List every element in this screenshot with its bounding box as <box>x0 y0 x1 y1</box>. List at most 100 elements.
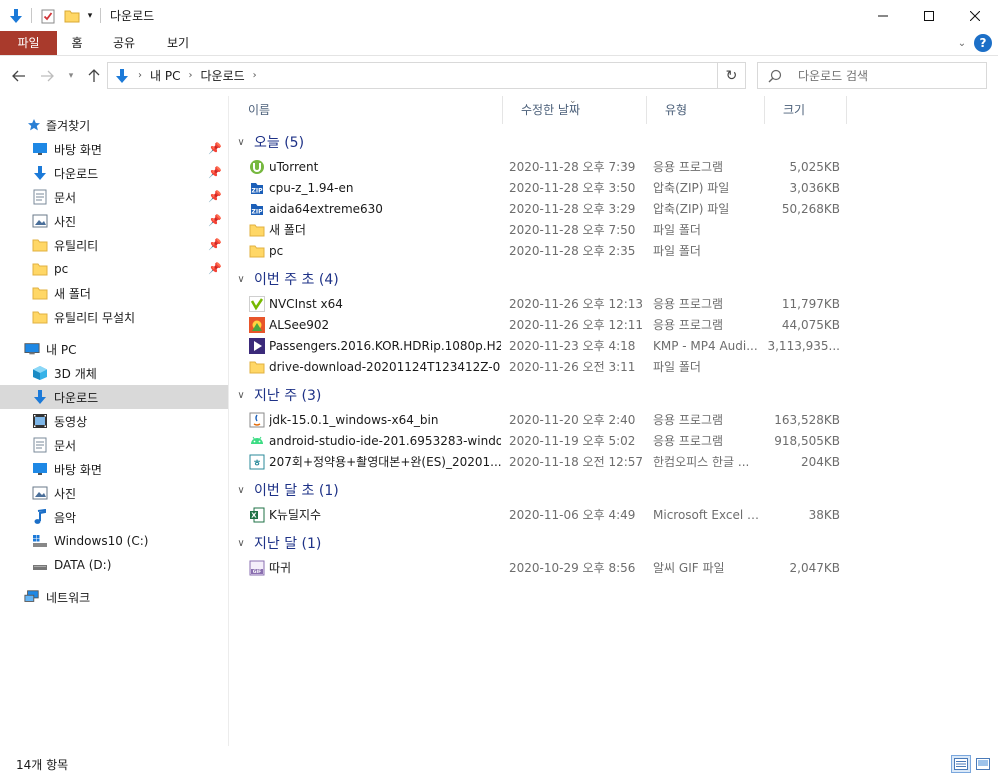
column-header-type[interactable]: 유형 <box>647 96 765 124</box>
tab-view[interactable]: 보기 <box>156 31 200 55</box>
sidebar-item-utility[interactable]: 유틸리티 📌 <box>0 233 228 257</box>
sidebar-item-label: 동영상 <box>54 414 88 429</box>
item-count: 14개 항목 <box>16 758 69 772</box>
sidebar-item-pictures-quick[interactable]: 사진 📌 <box>0 209 228 233</box>
pin-icon[interactable]: 📌 <box>208 262 222 275</box>
sidebar-item-new-folder[interactable]: 새 폴더 <box>0 281 228 305</box>
hwp-icon: ㅎ <box>249 454 265 470</box>
file-row[interactable]: NVCInst x64 2020-11-26 오후 12:13 응용 프로그램 … <box>246 294 846 315</box>
file-row[interactable]: uTorrent 2020-11-28 오후 7:39 응용 프로그램 5,02… <box>246 157 846 178</box>
file-row[interactable]: GIF 따귀 2020-10-29 오후 8:56 알씨 GIF 파일 2,04… <box>246 558 846 579</box>
sidebar-item-label: 3D 개체 <box>54 366 97 381</box>
tab-file[interactable]: 파일 <box>0 31 57 55</box>
file-row[interactable]: jdk-15.0.1_windows-x64_bin 2020-11-20 오후… <box>246 410 846 431</box>
music-icon <box>32 509 48 525</box>
sidebar-item-downloads[interactable]: 다운로드 <box>0 385 228 409</box>
sidebar-item-videos[interactable]: 동영상 <box>0 409 228 433</box>
pin-icon[interactable]: 📌 <box>208 142 222 155</box>
group-header-earlier-this-week[interactable]: ∨ 이번 주 초 (4) <box>236 268 338 290</box>
file-date: 2020-11-28 오후 7:50 <box>509 223 636 237</box>
file-date: 2020-11-23 오후 4:18 <box>509 339 636 353</box>
expand-ribbon-chevron-icon[interactable]: ⌄ <box>954 34 970 52</box>
collapse-chevron-icon[interactable]: ∨ <box>236 390 246 401</box>
sidebar-item-3d-objects[interactable]: 3D 개체 <box>0 361 228 385</box>
breadcrumb-separator-icon[interactable]: › <box>138 70 142 81</box>
drive-c-icon <box>32 533 48 549</box>
sidebar-item-network[interactable]: 네트워크 <box>0 585 228 609</box>
sidebar-item-this-pc[interactable]: 내 PC <box>0 337 228 361</box>
sidebar-item-drive-c[interactable]: Windows10 (C:) <box>0 529 228 553</box>
recent-locations-chevron-icon[interactable]: ▾ <box>64 67 78 85</box>
group-header-earlier-this-month[interactable]: ∨ 이번 달 초 (1) <box>236 479 338 501</box>
help-button[interactable]: ? <box>974 34 992 52</box>
pin-icon[interactable]: 📌 <box>208 238 222 251</box>
column-header-name[interactable]: 이름 <box>230 96 503 124</box>
forward-button[interactable] <box>38 67 56 85</box>
address-bar[interactable]: › 내 PC › 다운로드 › <box>107 62 718 89</box>
sidebar-item-label: 바탕 화면 <box>54 462 102 477</box>
folder-icon <box>32 261 48 277</box>
file-type: 파일 폴더 <box>653 244 701 258</box>
file-row[interactable]: ALSee902 2020-11-26 오후 12:11 응용 프로그램 44,… <box>246 315 846 336</box>
sidebar-item-label: 사진 <box>54 486 77 501</box>
breadcrumb-separator-icon[interactable]: › <box>188 70 192 81</box>
group-header-last-month[interactable]: ∨ 지난 달 (1) <box>236 532 321 554</box>
sidebar-item-downloads-quick[interactable]: 다운로드 📌 <box>0 161 228 185</box>
maximize-button[interactable] <box>906 0 952 31</box>
file-row[interactable]: Passengers.2016.KOR.HDRip.1080p.H26... 2… <box>246 336 846 357</box>
pin-icon[interactable]: 📌 <box>208 166 222 179</box>
sidebar-item-desktop[interactable]: 바탕 화면 📌 <box>0 137 228 161</box>
pin-icon[interactable]: 📌 <box>208 190 222 203</box>
file-row[interactable]: ZIP aida64extreme630 2020-11-28 오후 3:29 … <box>246 199 846 220</box>
refresh-button[interactable]: ↻ <box>718 62 746 89</box>
sidebar-item-desktop-pc[interactable]: 바탕 화면 <box>0 457 228 481</box>
new-folder-icon[interactable] <box>62 6 82 26</box>
sidebar-item-documents-quick[interactable]: 문서 📌 <box>0 185 228 209</box>
properties-icon[interactable] <box>38 6 58 26</box>
file-row[interactable]: drive-download-20201124T123412Z-001 2020… <box>246 357 846 378</box>
minimize-button[interactable] <box>860 0 906 31</box>
customize-toolbar-chevron-icon[interactable]: ▾ <box>84 6 96 26</box>
file-row[interactable]: pc 2020-11-28 오후 2:35 파일 폴더 <box>246 241 846 262</box>
file-row[interactable]: X K뉴딜지수 2020-11-06 오후 4:49 Microsoft Exc… <box>246 505 846 526</box>
sidebar-item-utility-portable[interactable]: 유틸리티 무설치 <box>0 305 228 329</box>
collapse-chevron-icon[interactable]: ∨ <box>236 485 246 496</box>
details-view-button[interactable] <box>951 755 971 773</box>
tab-home[interactable]: 홈 <box>60 31 94 55</box>
pin-icon[interactable]: 📌 <box>208 214 222 227</box>
sidebar-item-music[interactable]: 음악 <box>0 505 228 529</box>
file-row[interactable]: android-studio-ide-201.6953283-windo... … <box>246 431 846 452</box>
file-row[interactable]: 새 폴더 2020-11-28 오후 7:50 파일 폴더 <box>246 220 846 241</box>
file-row[interactable]: ㅎ 207회+정약용+촬영대본+완(ES)_20201... 2020-11-1… <box>246 452 846 473</box>
file-date: 2020-11-20 오후 2:40 <box>509 413 636 427</box>
close-button[interactable] <box>952 0 998 31</box>
file-type: 응용 프로그램 <box>653 160 724 174</box>
column-header-size[interactable]: 크기 <box>765 96 847 124</box>
sidebar-item-pc-folder[interactable]: pc 📌 <box>0 257 228 281</box>
sidebar-item-label: pc <box>54 262 69 276</box>
back-button[interactable] <box>10 67 28 85</box>
svg-text:ZIP: ZIP <box>252 209 264 216</box>
collapse-chevron-icon[interactable]: ∨ <box>236 274 246 285</box>
window-title: 다운로드 <box>110 9 155 23</box>
breadcrumb-this-pc[interactable]: 내 PC <box>150 67 180 84</box>
search-input[interactable] <box>798 68 968 83</box>
file-row[interactable]: ZIP cpu-z_1.94-en 2020-11-28 오후 3:50 압축(… <box>246 178 846 199</box>
svg-text:ㅎ: ㅎ <box>253 459 261 469</box>
collapse-chevron-icon[interactable]: ∨ <box>236 538 246 549</box>
sidebar-item-drive-d[interactable]: DATA (D:) <box>0 553 228 577</box>
breadcrumb-downloads[interactable]: 다운로드 <box>200 67 244 84</box>
tab-share[interactable]: 공유 <box>102 31 146 55</box>
breadcrumb-separator-icon[interactable]: › <box>253 70 257 81</box>
sidebar-item-quick-access[interactable]: 즐겨찾기 <box>0 113 228 137</box>
search-box[interactable] <box>757 62 987 89</box>
up-button[interactable] <box>85 67 103 85</box>
sidebar-item-pictures[interactable]: 사진 <box>0 481 228 505</box>
group-header-today[interactable]: ∨ 오늘 (5) <box>236 131 304 153</box>
large-icons-view-button[interactable] <box>973 755 993 773</box>
sidebar-item-label: DATA (D:) <box>54 558 112 572</box>
collapse-chevron-icon[interactable]: ∨ <box>236 137 246 148</box>
group-header-last-week[interactable]: ∨ 지난 주 (3) <box>236 384 321 406</box>
folder-icon <box>32 237 48 253</box>
sidebar-item-documents[interactable]: 문서 <box>0 433 228 457</box>
